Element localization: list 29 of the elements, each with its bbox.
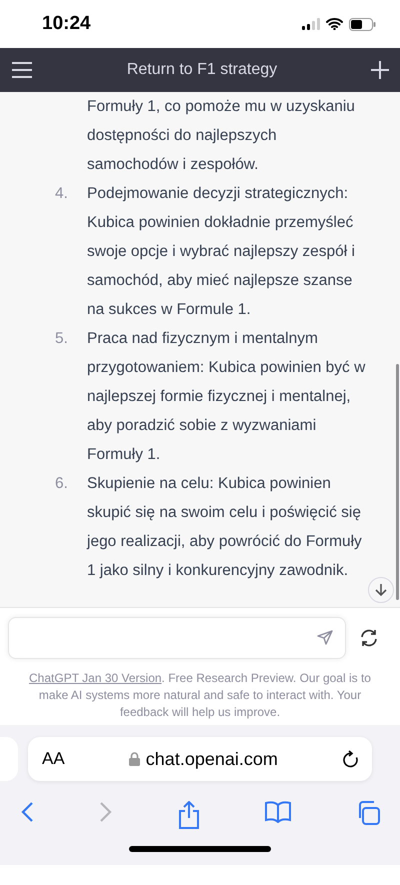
lock-icon (128, 752, 140, 766)
address-bar[interactable]: AA chat.openai.com (28, 737, 372, 781)
arrow-down-icon (374, 583, 388, 597)
conversation-title: Return to F1 strategy (126, 61, 278, 79)
share-icon[interactable] (178, 801, 200, 829)
reload-icon[interactable] (342, 750, 358, 768)
list-item-text: Skupienie na celu: Kubica powinien skupić się na swoim celu i poświęcić się jego realizacji, aby powrócić do Formuły 1 jako silny i konkurencyjny zawodnik. (87, 474, 363, 581)
book-icon[interactable] (265, 801, 291, 823)
menu-icon[interactable] (10, 61, 34, 79)
list-item-text: Podejmowanie decyzji strategicznych: Kubica powinien dokładnie przemyśleć swoje opcje i wybrać najlepszy zespół i samochód, aby mieć najlepsze szanse na sukces w Formule 1. (87, 184, 356, 320)
url-text: chat.openai.com (146, 748, 278, 770)
text-size-button[interactable]: AA (42, 749, 65, 769)
disclaimer-text: ChatGPT Jan 30 Version. Free Research Preview. Our goal is to make AI systems more natural and safe to interact with. Your feedback will help us improve. (28, 670, 372, 721)
list-item-text: Formuły 1, co pomoże mu w uzyskaniu dostępności do najlepszych samochodów i zespołów. (87, 97, 356, 175)
send-icon[interactable] (317, 630, 333, 646)
list-number: 5. (54, 329, 69, 349)
clock-time: 10:24 (42, 13, 91, 35)
battery-icon (349, 18, 376, 30)
back-icon[interactable] (20, 801, 34, 823)
list-number: 4. (54, 184, 69, 204)
list-number: 6. (54, 474, 69, 494)
signal-icon (302, 18, 320, 30)
plus-icon[interactable] (370, 60, 390, 80)
regenerate-icon[interactable] (360, 629, 378, 647)
tabs-icon[interactable] (356, 801, 380, 825)
wifi-icon (326, 18, 343, 30)
list-item-text: Praca nad fizycznym i mentalnym przygotowaniem: Kubica powinien być w najlepszej formie fizycznej i mentalnej, aby poradzić sobie z wyzwaniami Formuły 1. (87, 329, 366, 465)
message-input[interactable] (8, 617, 346, 659)
scroll-down-button[interactable] (368, 577, 394, 603)
